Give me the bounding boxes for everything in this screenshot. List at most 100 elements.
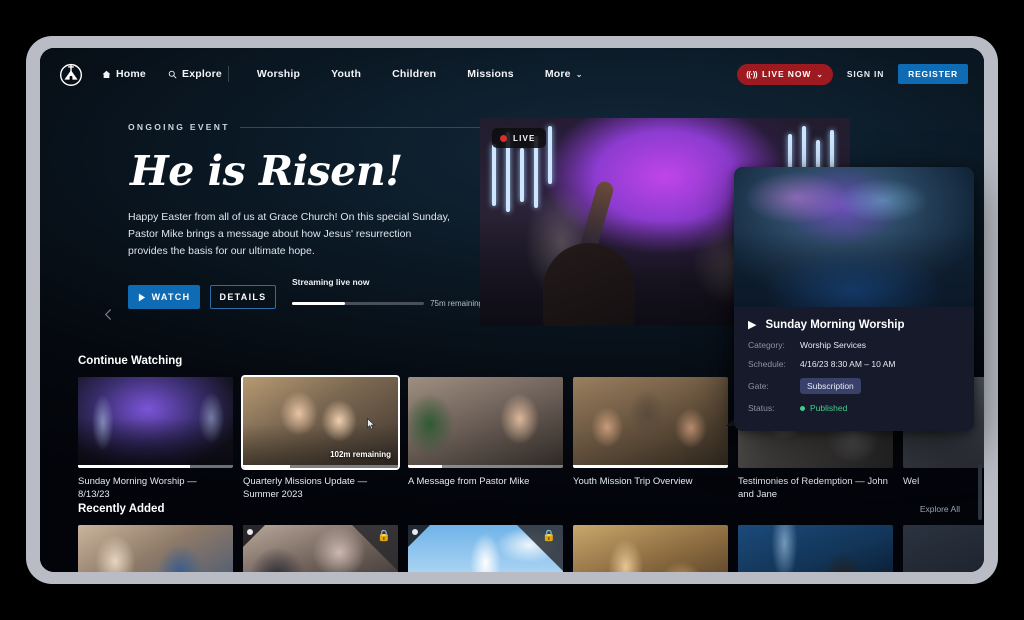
popup-meta-status-key: Status: bbox=[748, 403, 775, 413]
video-thumbnail[interactable] bbox=[903, 525, 984, 572]
hero-title: He is Risen! bbox=[130, 147, 403, 195]
video-card[interactable]: A Message from Pastor Mike bbox=[408, 377, 563, 501]
popup-meta-status: Status: Published bbox=[748, 403, 960, 413]
top-navigation-bar: Home Explore Worship Youth Children Miss… bbox=[40, 48, 984, 100]
card-remaining-label: 102m remaining bbox=[330, 450, 391, 459]
church-cross-logo-icon bbox=[59, 63, 83, 86]
popup-meta-gate-key: Gate: bbox=[748, 381, 769, 391]
row-header: Recently Added Explore All bbox=[40, 503, 984, 515]
nav-item-missions-label: Missions bbox=[467, 68, 514, 80]
card-progress-bar bbox=[573, 465, 728, 468]
video-card-title: A Message from Pastor Mike bbox=[408, 476, 530, 487]
thumbnail-art bbox=[573, 525, 728, 572]
card-list-recently-added: 🔒 🔒 bbox=[40, 515, 984, 572]
thumbnail-art bbox=[408, 377, 563, 468]
popup-title-row: ▶ Sunday Morning Worship bbox=[748, 319, 960, 331]
chevron-down-icon: ⌄ bbox=[575, 69, 583, 79]
video-card[interactable] bbox=[738, 525, 893, 572]
nav-item-youth[interactable]: Youth bbox=[331, 68, 361, 80]
hero-prev-button[interactable] bbox=[102, 308, 115, 324]
audience-head-silhouette bbox=[542, 242, 635, 326]
nav-sections: Worship Youth Children Missions More ⌄ bbox=[257, 68, 583, 80]
nav-item-home-label: Home bbox=[116, 68, 146, 80]
thumbnail-art bbox=[903, 525, 984, 572]
video-thumbnail[interactable]: 🔒 bbox=[243, 525, 398, 572]
status-badge: Published bbox=[800, 403, 847, 413]
vertical-scrollbar-thumb[interactable] bbox=[978, 464, 982, 520]
nav-item-more-label: More bbox=[544, 68, 571, 80]
popup-body: ▶ Sunday Morning Worship Category: Worsh… bbox=[734, 307, 974, 413]
popup-meta-category: Category: Worship Services bbox=[748, 340, 960, 350]
video-card[interactable]: 102m remaining Quarterly Missions Update… bbox=[241, 375, 400, 501]
popup-meta-schedule: Schedule: 4/16/23 8:30 AM – 10 AM bbox=[748, 359, 960, 369]
card-progress-bar bbox=[78, 465, 233, 468]
video-card[interactable] bbox=[78, 525, 233, 572]
popup-meta-category-value: Worship Services bbox=[800, 340, 866, 350]
search-icon bbox=[168, 70, 177, 78]
nav-item-missions[interactable]: Missions bbox=[467, 68, 514, 80]
thumbnail-art bbox=[78, 525, 233, 572]
row-title-continue-watching: Continue Watching bbox=[78, 355, 183, 367]
logo[interactable] bbox=[50, 59, 92, 89]
watch-button[interactable]: WATCH bbox=[128, 285, 200, 309]
video-thumbnail[interactable] bbox=[408, 377, 563, 468]
nav-item-children-label: Children bbox=[392, 68, 437, 80]
broadcast-signal-icon: ((·)) bbox=[746, 69, 758, 79]
card-progress-bar bbox=[243, 465, 398, 468]
register-button[interactable]: REGISTER bbox=[898, 64, 968, 84]
video-thumbnail[interactable] bbox=[738, 525, 893, 572]
live-now-button[interactable]: ((·)) LIVE NOW ⌄ bbox=[737, 63, 833, 85]
stream-progress-bar[interactable] bbox=[292, 302, 425, 305]
nav-item-explore[interactable]: Explore bbox=[168, 68, 222, 80]
thumbnail-art bbox=[738, 525, 893, 572]
video-card-title: Sunday Morning Worship — 8/13/23 bbox=[78, 476, 197, 501]
live-badge-label: LIVE bbox=[513, 133, 536, 143]
video-card[interactable]: 🔒 bbox=[243, 525, 398, 572]
mouse-cursor-icon bbox=[367, 418, 376, 430]
status-dot-icon bbox=[800, 406, 805, 412]
details-button[interactable]: DETAILS bbox=[210, 285, 276, 309]
thumbnail-art bbox=[573, 377, 728, 468]
hero-eyebrow: ONGOING EVENT bbox=[128, 122, 230, 132]
nav-item-children[interactable]: Children bbox=[392, 68, 436, 80]
stream-remaining-label: 75m remaining bbox=[430, 299, 483, 308]
video-thumbnail[interactable] bbox=[78, 525, 233, 572]
video-detail-popup[interactable]: ▶ Sunday Morning Worship Category: Worsh… bbox=[734, 167, 974, 431]
row-recently-added: Recently Added Explore All 🔒 🔒 bbox=[40, 503, 984, 572]
popup-thumbnail[interactable] bbox=[734, 167, 974, 307]
video-thumbnail[interactable]: 🔒 bbox=[408, 525, 563, 572]
hero-description: Happy Easter from all of us at Grace Chu… bbox=[128, 211, 450, 257]
nav-item-worship[interactable]: Worship bbox=[257, 68, 300, 80]
nav-divider bbox=[227, 66, 229, 82]
nav-right-group: ((·)) LIVE NOW ⌄ SIGN IN REGISTER bbox=[737, 63, 968, 85]
nav-item-home[interactable]: Home bbox=[102, 68, 146, 80]
video-card[interactable]: Sunday Morning Worship — 8/13/23 bbox=[78, 377, 233, 501]
hero-eyebrow-row: ONGOING EVENT bbox=[128, 122, 483, 132]
paid-lock-icon: 🔒 bbox=[517, 525, 563, 571]
video-thumbnail[interactable] bbox=[573, 377, 728, 468]
popup-title: Sunday Morning Worship bbox=[765, 319, 905, 331]
status-badge-label: Published bbox=[810, 403, 848, 413]
video-card-title: Youth Mission Trip Overview bbox=[573, 476, 693, 487]
video-card[interactable]: 🔒 bbox=[408, 525, 563, 572]
explore-all-link[interactable]: Explore All bbox=[920, 504, 960, 514]
video-thumbnail[interactable]: 102m remaining bbox=[241, 375, 400, 470]
play-icon[interactable]: ▶ bbox=[748, 319, 756, 331]
video-thumbnail[interactable] bbox=[78, 377, 233, 468]
video-card[interactable] bbox=[573, 525, 728, 572]
play-icon bbox=[138, 293, 145, 301]
thumbnail-art bbox=[78, 377, 233, 468]
stream-progress-fill bbox=[292, 302, 345, 305]
nav-item-worship-label: Worship bbox=[256, 68, 301, 80]
nav-item-more[interactable]: More ⌄ bbox=[545, 68, 583, 80]
video-card[interactable] bbox=[903, 525, 984, 572]
watch-button-label: WATCH bbox=[151, 292, 191, 302]
sign-in-button[interactable]: SIGN IN bbox=[847, 69, 884, 79]
video-thumbnail[interactable] bbox=[573, 525, 728, 572]
stream-progress-row: 75m remaining bbox=[292, 299, 483, 308]
nav-item-youth-label: Youth bbox=[331, 68, 362, 80]
video-card[interactable]: Youth Mission Trip Overview bbox=[573, 377, 728, 501]
card-progress-bar bbox=[408, 465, 563, 468]
hero-actions: WATCH DETAILS Streaming live now 75m rem… bbox=[128, 277, 483, 309]
popup-meta-schedule-value: 4/16/23 8:30 AM – 10 AM bbox=[800, 359, 896, 369]
